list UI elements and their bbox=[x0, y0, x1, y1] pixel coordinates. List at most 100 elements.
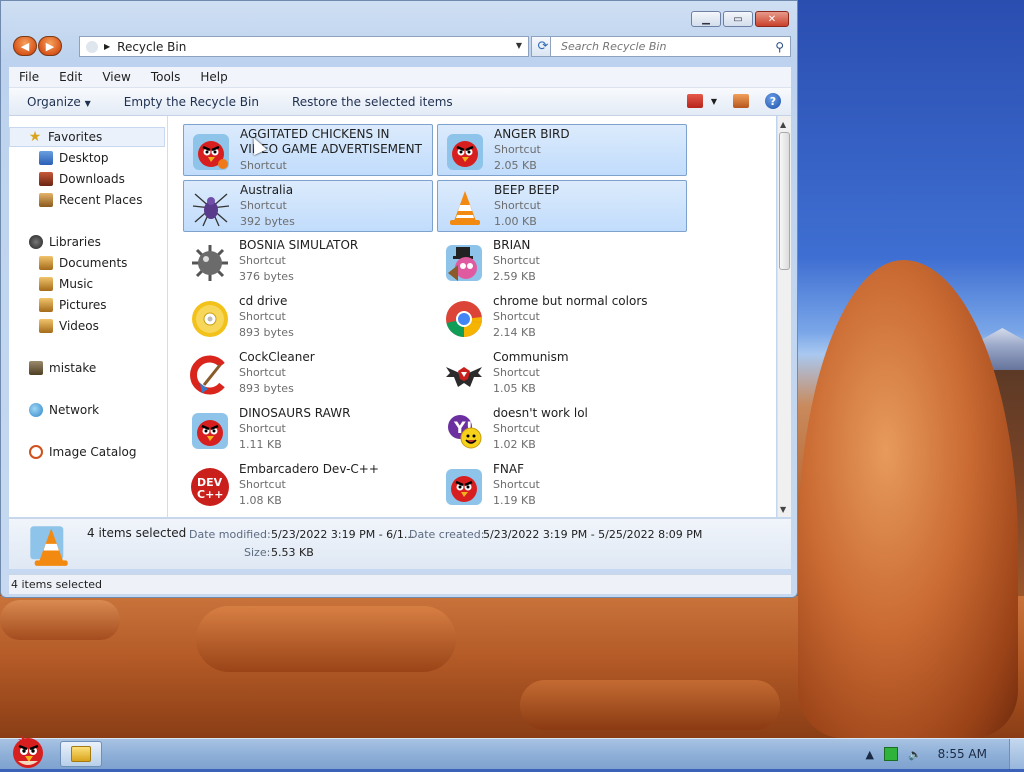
angry-bird-icon bbox=[188, 409, 232, 453]
selection-count: 4 items selected bbox=[87, 526, 186, 540]
maximize-button[interactable]: ▭ bbox=[723, 11, 753, 27]
file-name: AGGITATED CHICKENS IN VIDEO GAME ADVERTI… bbox=[240, 127, 430, 157]
chevron-down-icon: ▼ bbox=[711, 97, 717, 106]
wallpaper-arch-rock bbox=[798, 260, 1018, 738]
nav-favorites[interactable]: ★ Favorites bbox=[9, 127, 165, 147]
devcpp-icon: DEVC++ bbox=[188, 465, 232, 509]
back-button[interactable]: ◀ bbox=[13, 36, 37, 56]
nav-documents[interactable]: Documents bbox=[9, 253, 165, 273]
taskbar-explorer-button[interactable] bbox=[60, 741, 102, 767]
menu-tools[interactable]: Tools bbox=[141, 70, 191, 84]
file-item[interactable]: chrome but normal colors Shortcut 2.14 K… bbox=[437, 292, 687, 344]
file-size: 893 bytes bbox=[239, 382, 294, 395]
nav-label: Documents bbox=[59, 256, 127, 270]
file-item[interactable]: BRIAN Shortcut 2.59 KB bbox=[437, 236, 687, 288]
organize-button[interactable]: Organize ▼ bbox=[9, 95, 106, 109]
status-bar: 4 items selected bbox=[9, 574, 791, 594]
address-dropdown-icon[interactable]: ▼ bbox=[516, 41, 522, 50]
view-options-button[interactable]: ▼ bbox=[687, 94, 717, 108]
scroll-up-icon[interactable]: ▲ bbox=[780, 120, 786, 129]
angry-bird-icon bbox=[6, 733, 48, 769]
scroll-thumb[interactable] bbox=[779, 132, 790, 270]
nav-desktop[interactable]: Desktop bbox=[9, 148, 165, 168]
scroll-down-icon[interactable]: ▼ bbox=[780, 505, 786, 514]
size-label: Size: bbox=[244, 546, 270, 559]
homegroup-icon bbox=[29, 361, 43, 375]
pictures-icon bbox=[39, 298, 53, 312]
search-input[interactable] bbox=[559, 39, 763, 54]
file-item[interactable]: FNAF Shortcut 1.19 KB bbox=[437, 460, 687, 512]
start-button[interactable] bbox=[6, 733, 48, 769]
preview-pane-icon[interactable] bbox=[733, 94, 749, 108]
nav-label: Image Catalog bbox=[49, 445, 136, 459]
spider-icon bbox=[189, 186, 233, 230]
nav-label: Favorites bbox=[48, 130, 102, 144]
ccleaner-icon bbox=[188, 353, 232, 397]
minimize-button[interactable]: ▁ bbox=[691, 11, 721, 27]
eagle-emblem-icon bbox=[442, 353, 486, 397]
menu-help[interactable]: Help bbox=[190, 70, 237, 84]
music-icon bbox=[39, 277, 53, 291]
downloads-icon bbox=[39, 172, 53, 186]
libraries-icon bbox=[29, 235, 43, 249]
recent-places-icon bbox=[39, 193, 53, 207]
nav-network[interactable]: Network bbox=[9, 400, 165, 420]
nav-mistake[interactable]: mistake bbox=[9, 358, 165, 378]
nav-libraries[interactable]: Libraries bbox=[9, 232, 165, 252]
file-type: Shortcut bbox=[493, 366, 540, 379]
network-status-icon[interactable] bbox=[884, 747, 898, 761]
date-created-value: 5/23/2022 3:19 PM - 5/25/2022 8:09 PM bbox=[483, 528, 702, 541]
menu-file[interactable]: File bbox=[9, 70, 49, 84]
chevron-down-icon: ▼ bbox=[85, 99, 91, 108]
file-size: 1.02 KB bbox=[493, 438, 536, 451]
file-name: BRIAN bbox=[493, 238, 683, 253]
cd-icon bbox=[188, 297, 232, 341]
file-size: 1.11 KB bbox=[239, 438, 282, 451]
file-type: Shortcut bbox=[493, 422, 540, 435]
forward-button[interactable]: ▶ bbox=[38, 36, 62, 56]
file-item[interactable]: Y! doesn't work lol Shortcut 1.02 KB bbox=[437, 404, 687, 456]
file-name: Embarcadero Dev-C++ bbox=[239, 462, 429, 477]
breadcrumb-arrow-icon[interactable]: ▶ bbox=[104, 42, 110, 51]
system-tray: ▲ 🔈 8:55 AM bbox=[860, 739, 1024, 769]
file-item[interactable]: Australia Shortcut 392 bytes bbox=[183, 180, 433, 232]
file-item[interactable]: Communism Shortcut 1.05 KB bbox=[437, 348, 687, 400]
clock[interactable]: 8:55 AM bbox=[938, 747, 987, 761]
menu-view[interactable]: View bbox=[92, 70, 140, 84]
file-size: 1.19 KB bbox=[493, 494, 536, 507]
search-icon[interactable]: ⚲ bbox=[775, 40, 784, 54]
angry-bird-icon bbox=[189, 130, 233, 174]
file-item[interactable]: CockCleaner Shortcut 893 bytes bbox=[183, 348, 433, 400]
nav-music[interactable]: Music bbox=[9, 274, 165, 294]
file-item[interactable]: DINOSAURS RAWR Shortcut 1.11 KB bbox=[183, 404, 433, 456]
nav-videos[interactable]: Videos bbox=[9, 316, 165, 336]
search-box[interactable]: ⚲ bbox=[550, 36, 791, 57]
desktop-icon bbox=[39, 151, 53, 165]
show-desktop-button[interactable] bbox=[1009, 739, 1024, 769]
nav-downloads[interactable]: Downloads bbox=[9, 169, 165, 189]
nav-recent-places[interactable]: Recent Places bbox=[9, 190, 165, 210]
file-type: Shortcut bbox=[493, 254, 540, 267]
wallpaper-rock bbox=[196, 606, 456, 672]
file-item[interactable]: BEEP BEEP Shortcut 1.00 KB bbox=[437, 180, 687, 232]
file-item[interactable]: AGGITATED CHICKENS IN VIDEO GAME ADVERTI… bbox=[183, 124, 433, 176]
nav-label: Recent Places bbox=[59, 193, 142, 207]
file-item[interactable]: DEVC++ Embarcadero Dev-C++ Shortcut 1.08… bbox=[183, 460, 433, 512]
nav-pictures[interactable]: Pictures bbox=[9, 295, 165, 315]
file-item[interactable]: BOSNIA SIMULATOR Shortcut 376 bytes bbox=[183, 236, 433, 288]
command-bar: Organize ▼ Empty the Recycle Bin Restore… bbox=[9, 88, 791, 116]
file-item[interactable]: ANGER BIRD Shortcut 2.05 KB bbox=[437, 124, 687, 176]
vertical-scrollbar[interactable]: ▲ ▼ bbox=[777, 116, 791, 517]
volume-icon[interactable]: 🔈 bbox=[908, 748, 922, 761]
close-button[interactable]: ✕ bbox=[755, 11, 789, 27]
menu-edit[interactable]: Edit bbox=[49, 70, 92, 84]
videos-icon bbox=[39, 319, 53, 333]
address-bar[interactable]: ▶ Recycle Bin ▼ bbox=[79, 36, 529, 57]
show-hidden-icons-icon[interactable]: ▲ bbox=[866, 748, 874, 761]
file-type: Shortcut bbox=[493, 310, 540, 323]
restore-selected-button[interactable]: Restore the selected items bbox=[274, 95, 468, 109]
file-item[interactable]: cd drive Shortcut 893 bytes bbox=[183, 292, 433, 344]
help-icon[interactable]: ? bbox=[765, 93, 781, 109]
empty-recycle-bin-button[interactable]: Empty the Recycle Bin bbox=[106, 95, 274, 109]
nav-image-catalog[interactable]: Image Catalog bbox=[9, 442, 165, 462]
